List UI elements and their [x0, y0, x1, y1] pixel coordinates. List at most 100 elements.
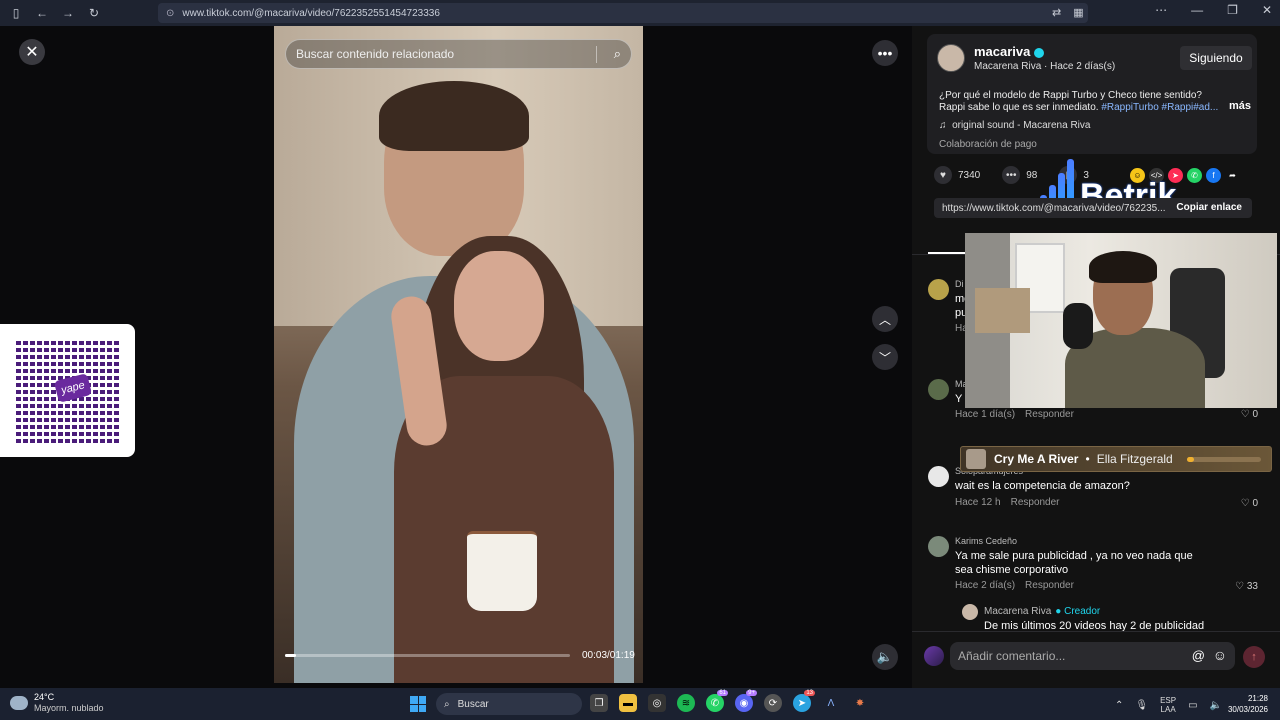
comment-like[interactable]: ♡ 0	[1241, 409, 1258, 420]
reply-button[interactable]: Responder	[1025, 409, 1074, 420]
comment-meta: Hace 2 día(s) Responder	[955, 580, 1074, 591]
search-icon[interactable]: ⌕	[614, 46, 621, 62]
file-explorer-icon[interactable]: ▬	[619, 694, 637, 712]
webcam-hair	[1089, 251, 1157, 283]
related-search-placeholder: Buscar contenido relacionado	[296, 47, 455, 61]
share-arrow-icon[interactable]: ➦	[1225, 168, 1240, 183]
windows-start-icon[interactable]	[410, 696, 426, 712]
commenter-name[interactable]: Di	[955, 279, 964, 289]
reload-icon[interactable]: ↻	[84, 3, 104, 23]
discord-icon[interactable]: ◉ 9+	[735, 690, 757, 712]
translate-icon[interactable]: ⇄	[1052, 6, 1061, 19]
app-icon[interactable]: Λ	[822, 694, 840, 712]
comment-like[interactable]: ♡ 33	[1235, 581, 1258, 592]
user-avatar	[924, 646, 944, 666]
more-link[interactable]: más	[1229, 100, 1251, 112]
video-link[interactable]: https://www.tiktok.com/@macariva/video/7…	[942, 203, 1166, 214]
like-button[interactable]: ♥ 7340	[934, 166, 980, 184]
weather-text: 24°C Mayorm. nublado	[34, 692, 104, 713]
taskbar-search[interactable]: ⌕ Buscar	[436, 693, 582, 715]
whatsapp-icon[interactable]: ✆	[1187, 168, 1202, 183]
task-view-icon[interactable]: ❐	[590, 694, 608, 712]
minimize-icon[interactable]: —	[1191, 3, 1203, 17]
author-avatar[interactable]	[937, 44, 965, 72]
search-icon: ⌕	[444, 698, 450, 710]
author-subtitle: Macarena Riva · Hace 2 días(s)	[974, 61, 1116, 72]
commenter-name[interactable]: Karims Cedeño	[955, 536, 1017, 546]
copy-link-button[interactable]: Copiar enlace	[1176, 202, 1242, 213]
volume-icon[interactable]: 🔈	[872, 644, 898, 670]
video-frame-woman-face	[454, 251, 544, 361]
comment-time: Hace 2 día(s)	[955, 580, 1016, 591]
comment-text: Ya me sale pura publicidad , ya no veo n…	[955, 550, 1193, 576]
commenter-avatar[interactable]	[928, 536, 949, 557]
yape-logo: yape	[53, 372, 92, 403]
video-viewer: ✕ Buscar contenido relacionado ⌕ 00:03/0…	[0, 26, 1280, 688]
forward-icon[interactable]: →	[58, 3, 78, 23]
chevron-up-icon[interactable]: ︿	[872, 306, 898, 332]
reply-avatar[interactable]	[962, 604, 978, 620]
telegram-icon[interactable]: ➤ 13	[793, 690, 815, 712]
album-art	[966, 449, 986, 469]
following-button[interactable]: Siguiendo	[1180, 46, 1252, 70]
post-comment-button[interactable]: ↑	[1243, 646, 1265, 668]
commenter-avatar[interactable]	[928, 379, 949, 400]
comment-input[interactable]: Añadir comentario... @ ☺	[950, 642, 1235, 670]
close-icon[interactable]: ✕	[19, 39, 45, 65]
commenter-avatar[interactable]	[928, 279, 949, 300]
taskbar-apps: ❐ ▬ ◎ ≋ ✆ 61 ◉ 9+ ⟳ ➤ 13 Λ ✸	[590, 690, 869, 712]
facebook-icon[interactable]: f	[1206, 168, 1221, 183]
weather-temp: 24°C	[34, 692, 55, 702]
address-bar[interactable]: ⊙ www.tiktok.com/@macariva/video/7622352…	[158, 3, 1088, 23]
site-info-icon[interactable]: ⊙	[166, 8, 174, 19]
comment-item: Karims Cedeño Ya me sale pura publicidad…	[928, 536, 1258, 596]
window-close-icon[interactable]: ✕	[1262, 3, 1272, 17]
spotify-icon[interactable]: ≋	[677, 694, 695, 712]
author-name[interactable]: macariva	[974, 44, 1045, 59]
qr-code: yape	[15, 338, 120, 443]
video-progress-bar[interactable]	[285, 654, 570, 657]
microphone-icon[interactable]: 🎙	[1135, 700, 1148, 711]
reply-author[interactable]: Macarena Riva ● Creador	[984, 606, 1100, 617]
post-hashtags[interactable]: #RappiTurbo #Rappi#ad...	[1101, 102, 1218, 113]
song-title: Cry Me A River	[994, 452, 1079, 466]
song-progress-bar	[1187, 457, 1261, 462]
clock[interactable]: 21:28 30/03/2026	[1222, 693, 1268, 715]
reader-icon[interactable]: ▦	[1073, 6, 1083, 19]
reply-button[interactable]: Responder	[1011, 497, 1060, 508]
post-info-card: macariva Macarena Riva · Hace 2 días(s) …	[927, 34, 1257, 154]
webcam-overlay	[965, 233, 1277, 408]
obs-icon[interactable]: ◎	[648, 694, 666, 712]
video-timecode: 00:03/01:19	[582, 650, 635, 661]
language-indicator[interactable]: ESP LAA	[1160, 696, 1176, 714]
display-icon[interactable]: ▭	[1188, 700, 1197, 711]
app-icon[interactable]: ⟳	[764, 694, 782, 712]
volume-icon[interactable]: 🔈	[1210, 700, 1222, 711]
menu-icon[interactable]: ⋯	[1155, 3, 1167, 17]
whatsapp-icon[interactable]: ✆ 61	[706, 690, 728, 712]
song-progress-fill	[1187, 457, 1195, 462]
more-options-icon[interactable]: •••	[872, 40, 898, 66]
app-icon[interactable]: ✸	[851, 694, 869, 712]
mention-icon[interactable]: @	[1192, 648, 1205, 663]
notification-badge: 61	[717, 690, 728, 696]
reply-button[interactable]: Responder	[1025, 580, 1074, 591]
post-description: ¿Por qué el modelo de Rappi Turbo y Chec…	[939, 90, 1219, 113]
restore-icon[interactable]: ❐	[1227, 3, 1238, 17]
chevron-up-icon[interactable]: ⌃	[1115, 700, 1123, 711]
video-player[interactable]	[274, 26, 643, 683]
sidebar-toggle-icon[interactable]: ▯	[6, 3, 26, 23]
url-text: www.tiktok.com/@macariva/video/762235255…	[182, 7, 440, 19]
commenter-avatar[interactable]	[928, 466, 949, 487]
weather-widget[interactable]: 24°C Mayorm. nublado	[10, 692, 104, 713]
windows-taskbar: 24°C Mayorm. nublado ⌕ Buscar ❐ ▬ ◎ ≋ ✆ 61…	[0, 688, 1280, 720]
comment-like[interactable]: ♡ 0	[1241, 498, 1258, 509]
related-search-input[interactable]: Buscar contenido relacionado ⌕	[285, 39, 632, 69]
sound-link[interactable]: ♫ original sound - Macarena Riva	[939, 120, 1090, 131]
emoji-icon[interactable]: ☺	[1213, 647, 1227, 663]
song-artist: Ella Fitzgerald	[1096, 452, 1173, 466]
back-icon[interactable]: ←	[32, 3, 52, 23]
chevron-down-icon[interactable]: ﹀	[872, 344, 898, 370]
comment-button[interactable]: ••• 98	[1002, 166, 1037, 184]
weather-desc: Mayorm. nublado	[34, 703, 104, 713]
